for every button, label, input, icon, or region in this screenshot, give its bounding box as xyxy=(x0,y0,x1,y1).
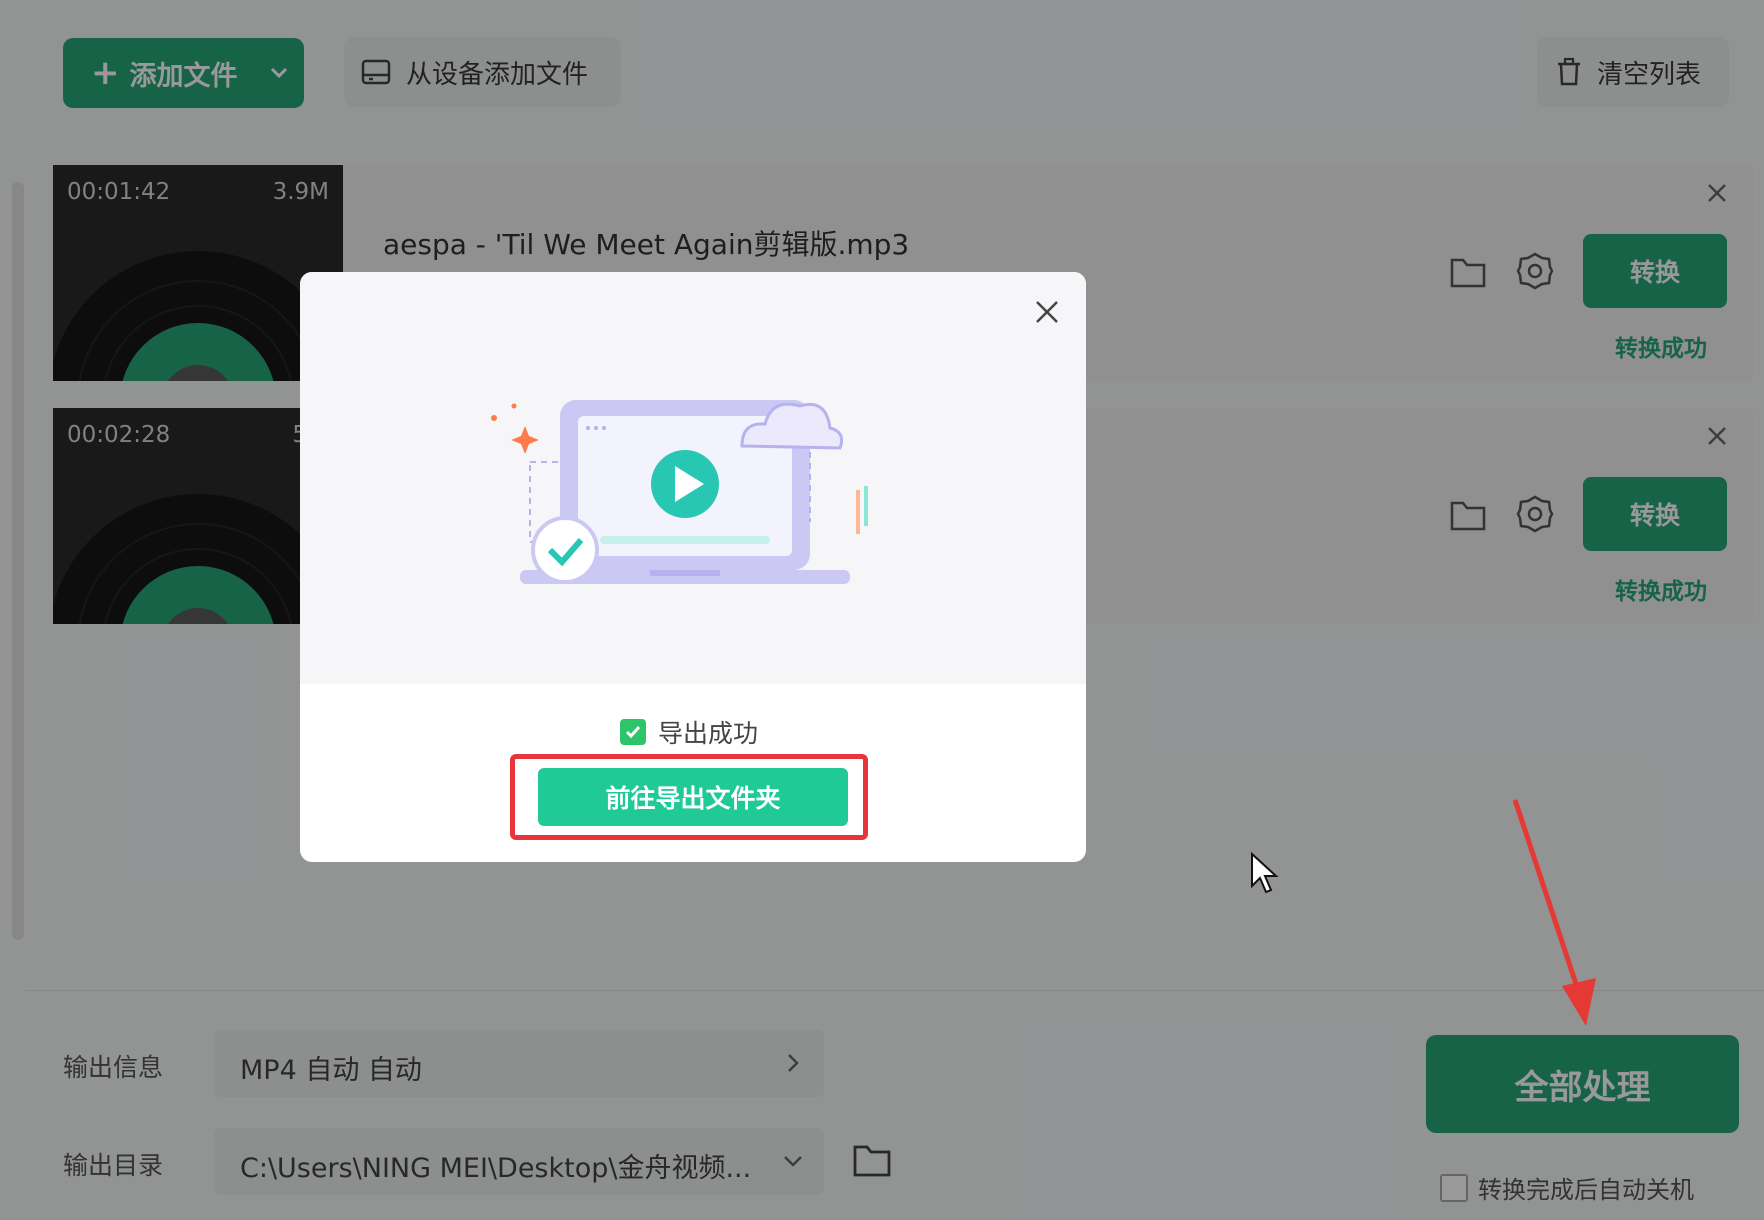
go-to-export-folder-button[interactable]: 前往导出文件夹 xyxy=(538,768,848,826)
export-success-message: 导出成功 xyxy=(620,714,758,750)
mouse-cursor-icon xyxy=(1251,852,1279,894)
close-icon[interactable] xyxy=(1032,297,1062,327)
laptop-export-illustration xyxy=(491,400,868,584)
export-success-text: 导出成功 xyxy=(658,719,759,748)
export-success-dialog: 导出成功 前往导出文件夹 xyxy=(300,272,1086,862)
checkmark-icon xyxy=(620,719,646,745)
